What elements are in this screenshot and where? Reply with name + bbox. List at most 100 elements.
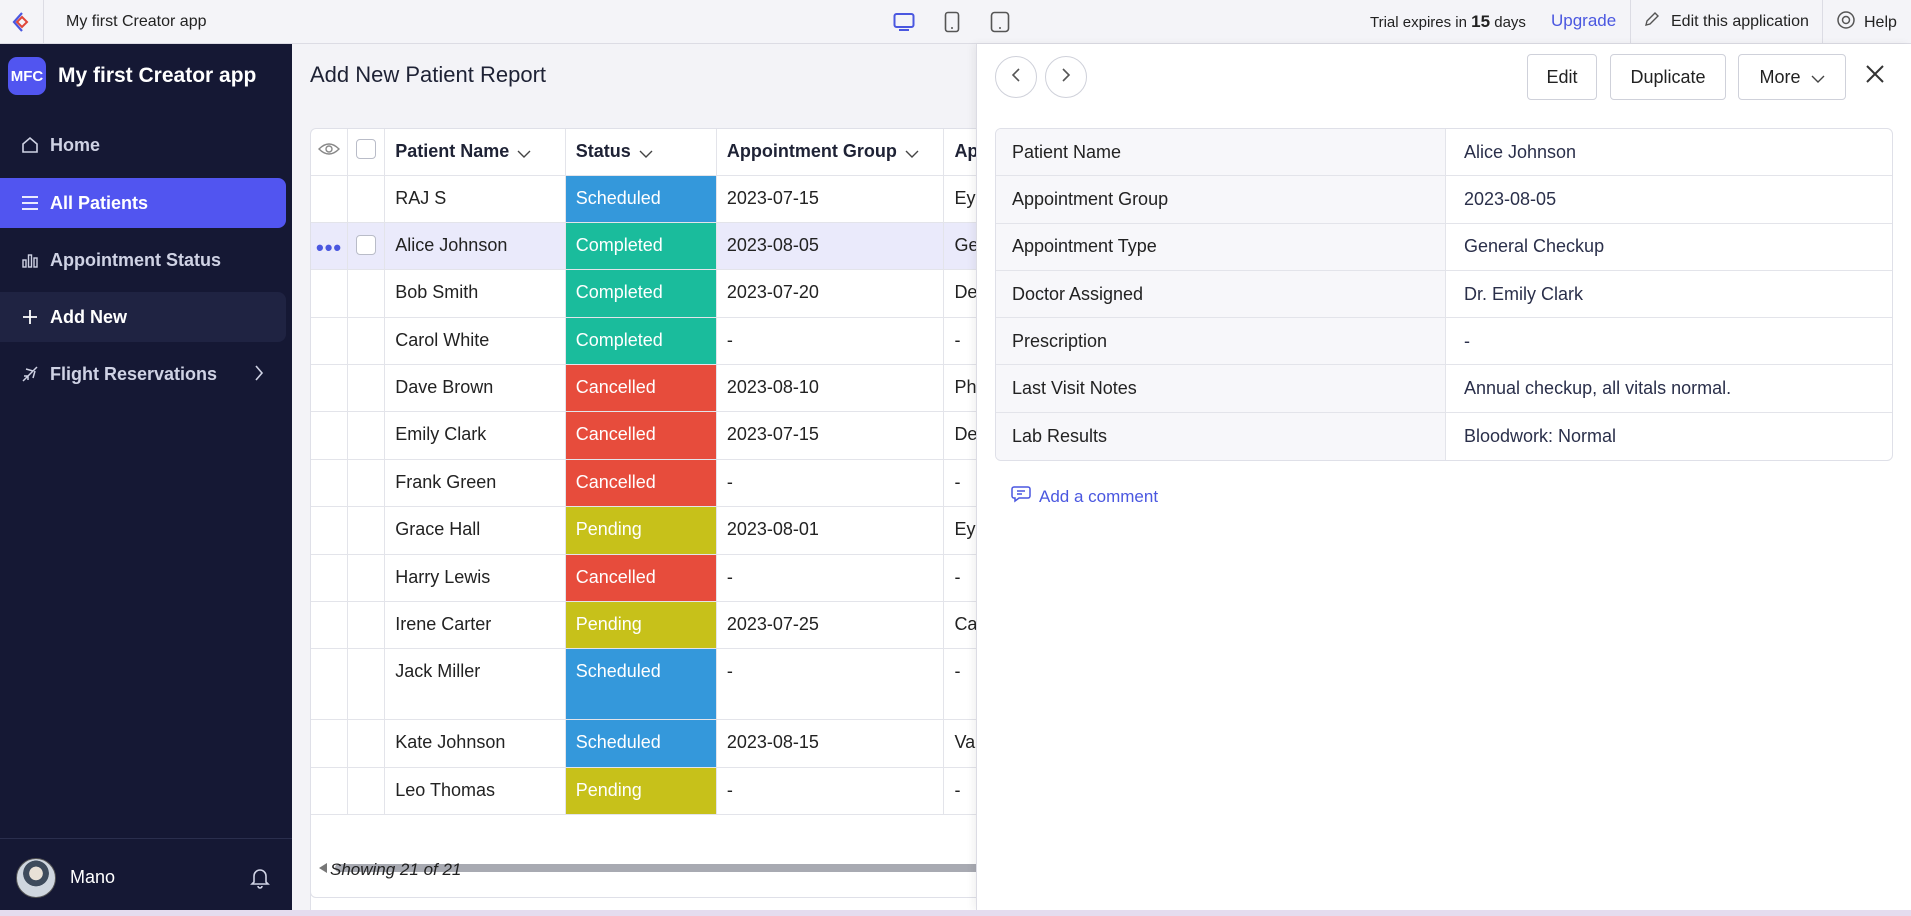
- row-checkbox-cell: [347, 601, 386, 650]
- sidebar-item-flight-reservations[interactable]: Flight Reservations: [0, 349, 286, 399]
- next-record-button[interactable]: [1045, 56, 1087, 98]
- status-badge[interactable]: Completed: [565, 269, 717, 318]
- select-all-checkbox[interactable]: [356, 139, 377, 160]
- cell-appointment-group[interactable]: -: [716, 459, 945, 508]
- cell-appointment-group[interactable]: 2023-07-15: [716, 175, 945, 223]
- table-body: RAJ S Scheduled 2023-07-15 Ey ••• Alice Johns…: [311, 175, 1009, 816]
- status-badge[interactable]: Completed: [565, 317, 717, 366]
- more-button[interactable]: More: [1738, 54, 1846, 100]
- status-badge[interactable]: Pending: [565, 506, 717, 555]
- table-row[interactable]: Kate Johnson Scheduled 2023-08-15 Va: [311, 719, 1009, 768]
- cell-patient-name[interactable]: Dave Brown: [384, 364, 566, 413]
- table-row[interactable]: Dave Brown Cancelled 2023-08-10 Ph: [311, 364, 1009, 413]
- edit-button[interactable]: Edit: [1527, 54, 1597, 100]
- table-row[interactable]: Bob Smith Completed 2023-07-20 De: [311, 269, 1009, 318]
- cell-appointment-group[interactable]: 2023-08-15: [716, 719, 945, 768]
- column-header-patient-name[interactable]: Patient Name: [384, 129, 566, 176]
- cell-patient-name[interactable]: Grace Hall: [384, 506, 566, 555]
- duplicate-button[interactable]: Duplicate: [1610, 54, 1726, 100]
- status-badge[interactable]: Cancelled: [565, 459, 717, 508]
- cell-patient-name[interactable]: Jack Miller: [384, 648, 566, 721]
- cell-appointment-group[interactable]: 2023-08-01: [716, 506, 945, 555]
- detail-field-value[interactable]: Annual checkup, all vitals normal.: [1446, 378, 1731, 399]
- detail-field-value[interactable]: 2023-08-05: [1446, 189, 1556, 210]
- sidebar-item-add-new[interactable]: Add New: [0, 292, 286, 342]
- cell-appointment-group[interactable]: -: [716, 554, 945, 603]
- cell-appointment-group[interactable]: 2023-08-10: [716, 364, 945, 413]
- detail-field-value[interactable]: Alice Johnson: [1446, 142, 1576, 163]
- help-button[interactable]: Help: [1836, 10, 1897, 35]
- previous-record-button[interactable]: [995, 56, 1037, 98]
- table-row[interactable]: Jack Miller Scheduled - -: [311, 648, 1009, 721]
- status-badge[interactable]: Pending: [565, 767, 717, 816]
- table-row[interactable]: Emily Clark Cancelled 2023-07-15 De: [311, 411, 1009, 460]
- detail-row: Last Visit Notes Annual checkup, all vita…: [996, 365, 1892, 413]
- cell-patient-name[interactable]: Alice Johnson: [384, 222, 566, 271]
- chevron-down-icon[interactable]: [639, 142, 653, 163]
- table-row[interactable]: Grace Hall Pending 2023-08-01 Ey: [311, 506, 1009, 555]
- row-checkbox[interactable]: [356, 234, 377, 255]
- status-badge[interactable]: Completed: [565, 222, 717, 271]
- table-row[interactable]: Carol White Completed - -: [311, 317, 1009, 366]
- column-visibility-toggle[interactable]: [311, 129, 349, 176]
- cell-appointment-group[interactable]: 2023-07-25: [716, 601, 945, 650]
- sidebar-item-home[interactable]: Home: [0, 120, 286, 170]
- cell-patient-name[interactable]: Emily Clark: [384, 411, 566, 460]
- cell-appointment-group[interactable]: 2023-07-15: [716, 411, 945, 460]
- row-actions-cell: [311, 459, 349, 508]
- edit-application-button[interactable]: Edit this application: [1643, 10, 1809, 33]
- cell-appointment-group[interactable]: -: [716, 767, 945, 816]
- table-row[interactable]: Harry Lewis Cancelled - -: [311, 554, 1009, 603]
- cell-appointment-group[interactable]: 2023-08-05: [716, 222, 945, 271]
- sidebar-item-all-patients[interactable]: All Patients: [0, 178, 286, 228]
- cell-patient-name[interactable]: Leo Thomas: [384, 767, 566, 816]
- table-row[interactable]: Leo Thomas Pending - -: [311, 767, 1009, 816]
- add-comment-link[interactable]: Add a comment: [1011, 485, 1158, 508]
- cell-patient-name[interactable]: Harry Lewis: [384, 554, 566, 603]
- close-icon[interactable]: [1865, 64, 1885, 89]
- detail-field-value[interactable]: Dr. Emily Clark: [1446, 284, 1583, 305]
- bottom-edge: [0, 910, 1911, 916]
- status-badge[interactable]: Scheduled: [565, 648, 717, 721]
- status-badge[interactable]: Scheduled: [565, 175, 717, 223]
- cell-patient-name[interactable]: RAJ S: [384, 175, 566, 223]
- chevron-right-icon[interactable]: [254, 364, 264, 387]
- status-badge[interactable]: Scheduled: [565, 719, 717, 768]
- mobile-icon[interactable]: [988, 10, 1012, 34]
- scroll-left-arrow-icon[interactable]: [319, 863, 327, 873]
- more-label: More: [1759, 66, 1801, 87]
- column-header-status[interactable]: Status: [565, 129, 717, 176]
- cell-patient-name[interactable]: Irene Carter: [384, 601, 566, 650]
- upgrade-link[interactable]: Upgrade: [1551, 11, 1616, 31]
- more-actions-icon[interactable]: •••: [316, 235, 342, 260]
- table-row[interactable]: Frank Green Cancelled - -: [311, 459, 1009, 508]
- status-badge[interactable]: Cancelled: [565, 364, 717, 413]
- chevron-down-icon[interactable]: [517, 142, 531, 163]
- detail-field-value[interactable]: Bloodwork: Normal: [1446, 426, 1616, 447]
- cell-appointment-group[interactable]: -: [716, 648, 945, 721]
- chevron-down-icon[interactable]: [905, 142, 919, 163]
- desktop-icon[interactable]: [892, 10, 916, 34]
- avatar[interactable]: [16, 857, 56, 898]
- cell-appointment-group[interactable]: 2023-07-20: [716, 269, 945, 318]
- help-lifebuoy-icon: [1836, 10, 1856, 35]
- detail-field-value[interactable]: -: [1446, 331, 1470, 352]
- status-badge[interactable]: Pending: [565, 601, 717, 650]
- cell-patient-name[interactable]: Carol White: [384, 317, 566, 366]
- detail-row: Doctor Assigned Dr. Emily Clark: [996, 270, 1892, 319]
- cell-patient-name[interactable]: Kate Johnson: [384, 719, 566, 768]
- column-header-appointment-group[interactable]: Appointment Group: [716, 129, 945, 176]
- tablet-icon[interactable]: [940, 10, 964, 34]
- cell-patient-name[interactable]: Frank Green: [384, 459, 566, 508]
- detail-field-value[interactable]: General Checkup: [1446, 236, 1604, 257]
- sidebar-item-appointment-status[interactable]: Appointment Status: [0, 235, 286, 285]
- table-row[interactable]: RAJ S Scheduled 2023-07-15 Ey: [311, 175, 1009, 223]
- cell-patient-name[interactable]: Bob Smith: [384, 269, 566, 318]
- status-badge[interactable]: Cancelled: [565, 411, 717, 460]
- table-row[interactable]: Irene Carter Pending 2023-07-25 Ca: [311, 601, 1009, 650]
- status-badge[interactable]: Cancelled: [565, 554, 717, 603]
- bell-icon[interactable]: [250, 867, 270, 894]
- table-row[interactable]: ••• Alice Johnson Completed 2023-08-05 Ge: [311, 222, 1009, 271]
- cell-appointment-group[interactable]: -: [716, 317, 945, 366]
- creator-logo-icon[interactable]: [0, 0, 44, 44]
